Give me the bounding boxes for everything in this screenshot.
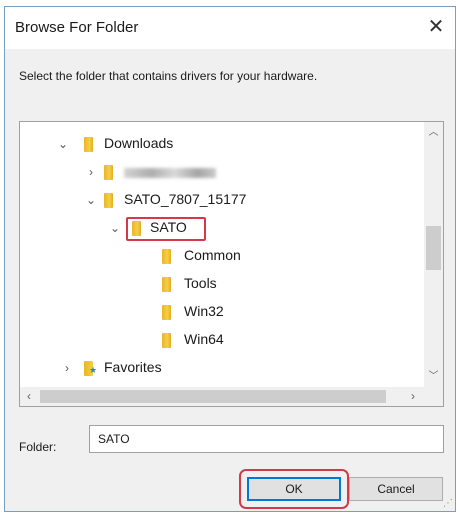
chevron-down-icon[interactable]: ⌄ [108,219,122,237]
tree-item-label: Win64 [184,331,224,347]
folder-icon [132,221,141,236]
obscured-label [124,168,216,178]
tree-item-label: SATO_7807_15177 [124,191,247,207]
tree-item-label: Downloads [104,135,174,151]
chevron-right-icon[interactable]: › [60,359,74,377]
tree-item-favorites[interactable]: › ★ Favorites [20,356,424,382]
ok-button[interactable]: OK [247,477,341,501]
tree-item-obscured[interactable]: › [20,160,424,186]
browse-for-folder-dialog: Browse For Folder ✕ Select the folder th… [4,6,456,512]
tree-item-sato-7807-15177[interactable]: ⌄ SATO_7807_15177 [20,188,424,214]
star-icon: ★ [89,365,98,375]
scrollbar-corner [424,387,443,406]
folder-field-label: Folder: [19,440,57,454]
scroll-down-icon[interactable]: ﹀ [424,368,443,386]
scroll-right-icon[interactable]: › [404,387,422,406]
folder-field[interactable] [89,425,444,453]
tree-item-sato[interactable]: ⌄ SATO [20,216,424,242]
folder-icon [104,193,113,208]
folder-tree[interactable]: ⌄ Downloads › ⌄ SATO_7807_15177 ⌄ SATO C… [19,121,444,407]
vertical-scroll-thumb[interactable] [426,226,441,270]
tree-item-label: Favorites [104,359,162,375]
chevron-down-icon[interactable]: ⌄ [84,191,98,209]
tree-item-win32[interactable]: Win32 [20,300,424,326]
tree-item-tools[interactable]: Tools [20,272,424,298]
tree-item-label: Win32 [184,303,224,319]
folder-icon [162,333,171,348]
resize-grip-icon[interactable]: ⋰ [443,499,453,509]
scroll-left-icon[interactable]: ‹ [20,387,38,406]
instruction-text: Select the folder that contains drivers … [19,69,318,83]
folder-icon [162,305,171,320]
tree-item-label: Tools [184,275,217,291]
tree-item-label: Common [184,247,241,263]
scroll-up-icon[interactable]: ︿ [424,124,443,142]
title-bar: Browse For Folder ✕ [5,7,455,49]
tree-item-label: SATO [150,219,187,235]
horizontal-scroll-thumb[interactable] [40,390,386,403]
folder-icon [104,165,113,180]
folder-icon [84,137,93,152]
tree-item-win64[interactable]: Win64 [20,328,424,354]
folder-icon [162,277,171,292]
folder-icon [162,249,171,264]
chevron-right-icon[interactable]: › [84,163,98,181]
dialog-title: Browse For Folder [15,19,139,36]
close-button[interactable]: ✕ [421,13,451,41]
tree-item-common[interactable]: Common [20,244,424,270]
vertical-scrollbar[interactable]: ︿ ﹀ [424,122,443,388]
chevron-down-icon[interactable]: ⌄ [56,135,70,153]
tree-item-downloads[interactable]: ⌄ Downloads [20,132,424,158]
close-icon: ✕ [427,16,445,38]
horizontal-scrollbar[interactable]: ‹ › [20,387,424,406]
cancel-button[interactable]: Cancel [349,477,443,501]
